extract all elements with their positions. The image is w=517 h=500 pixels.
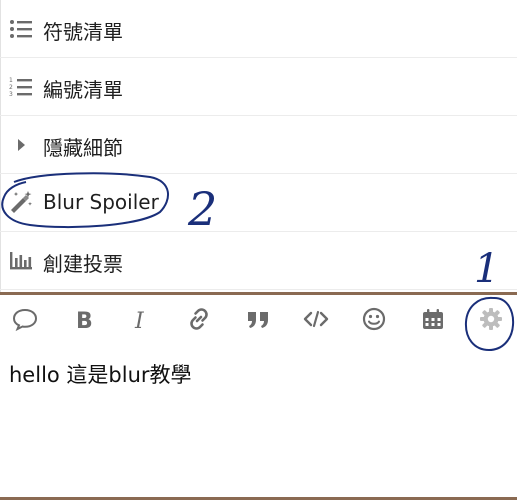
- bullet-list-icon: [8, 16, 34, 42]
- italic-button[interactable]: I: [126, 304, 156, 334]
- menu-item-label: 創建投票: [43, 252, 123, 276]
- calendar-icon: [418, 304, 448, 334]
- composer-toolbar: B I: [0, 295, 517, 345]
- calendar-button[interactable]: [418, 304, 448, 334]
- svg-text:I: I: [134, 309, 145, 334]
- bold-button[interactable]: B: [69, 304, 99, 334]
- toolbar-options-menu: 符號清單 1 2 3 編號清單 隱藏細節 Blur Spoiler 創建投票: [0, 0, 517, 292]
- composer-editor[interactable]: hello 這是blur教學: [0, 345, 517, 497]
- composer-screen: 符號清單 1 2 3 編號清單 隱藏細節 Blur Spoiler 創建投票 B…: [0, 0, 517, 500]
- menu-item-create-poll[interactable]: 創建投票: [0, 232, 517, 290]
- emoji-icon: [359, 304, 389, 334]
- numbered-list-icon: 1 2 3: [8, 74, 34, 100]
- menu-item-blur-spoiler[interactable]: Blur Spoiler: [0, 174, 517, 232]
- menu-item-label: 編號清單: [43, 78, 123, 102]
- emoji-button[interactable]: [359, 304, 389, 334]
- options-gear-button[interactable]: [476, 304, 506, 334]
- bar-chart-icon: [8, 248, 34, 274]
- link-button[interactable]: [184, 304, 214, 334]
- menu-item-numbered-list[interactable]: 1 2 3 編號清單: [0, 58, 517, 116]
- bold-icon: B: [69, 304, 99, 334]
- gear-icon: [476, 304, 506, 334]
- menu-item-label: 隱藏細節: [43, 136, 123, 160]
- menu-item-hide-details[interactable]: 隱藏細節: [0, 116, 517, 174]
- speech-bubble-icon: [10, 304, 40, 334]
- menu-item-bullet-list[interactable]: 符號清單: [0, 0, 517, 58]
- blockquote-icon: [243, 304, 273, 334]
- svg-text:B: B: [76, 309, 93, 334]
- svg-text:1: 1: [9, 77, 13, 84]
- code-icon: [301, 304, 331, 334]
- code-button[interactable]: [301, 304, 331, 334]
- magic-wand-icon: [8, 189, 34, 215]
- menu-item-label: 符號清單: [43, 20, 123, 44]
- blockquote-button[interactable]: [243, 304, 273, 334]
- svg-text:2: 2: [9, 84, 13, 91]
- editor-text: hello 這是blur教學: [9, 363, 192, 387]
- menu-item-label: Blur Spoiler: [43, 190, 159, 214]
- caret-right-icon: [8, 132, 34, 158]
- quote-reply-button[interactable]: [10, 304, 40, 334]
- svg-text:3: 3: [9, 91, 13, 98]
- italic-icon: I: [126, 304, 156, 334]
- link-icon: [184, 304, 214, 334]
